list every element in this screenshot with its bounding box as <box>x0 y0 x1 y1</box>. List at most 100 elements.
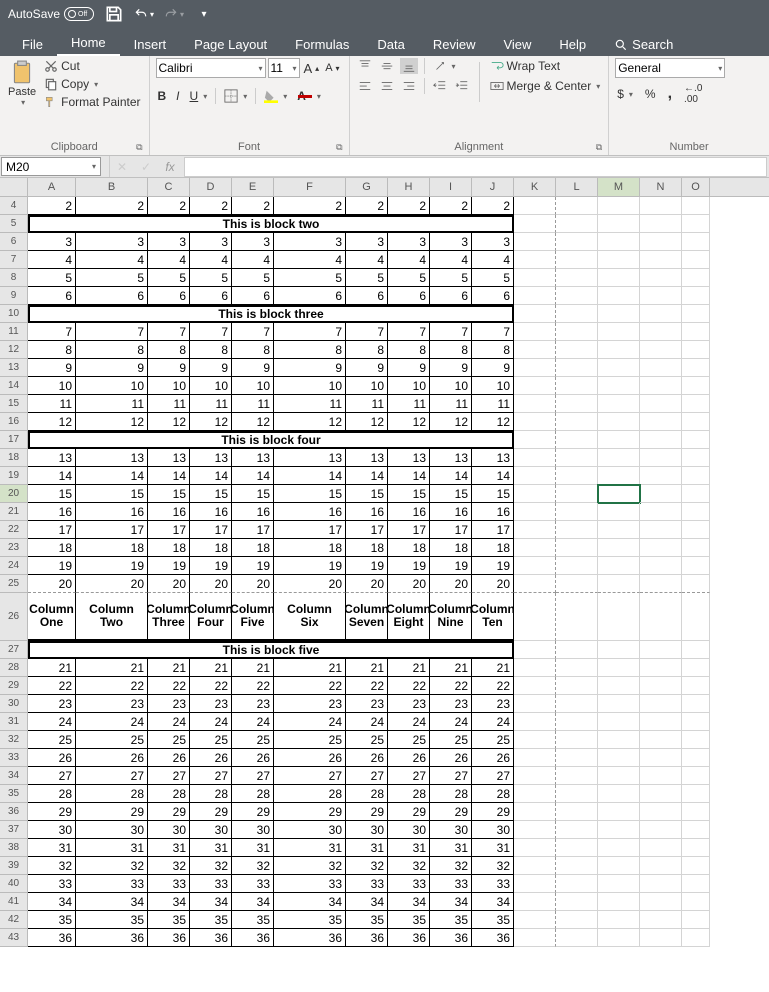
cell[interactable]: 4 <box>274 251 346 269</box>
cell[interactable]: 14 <box>472 467 514 485</box>
cell[interactable]: 31 <box>28 839 76 857</box>
cell[interactable] <box>514 731 556 749</box>
cell[interactable] <box>556 659 598 677</box>
cell[interactable] <box>682 785 710 803</box>
cell[interactable]: 8 <box>472 341 514 359</box>
cell[interactable]: 35 <box>346 911 388 929</box>
cell[interactable]: 34 <box>148 893 190 911</box>
cell[interactable]: 35 <box>430 911 472 929</box>
cell[interactable] <box>682 449 710 467</box>
tab-file[interactable]: File <box>8 33 57 56</box>
cell[interactable] <box>640 557 682 575</box>
cell[interactable] <box>556 197 598 215</box>
grow-font-button[interactable]: A▴ <box>302 60 322 77</box>
cell[interactable]: 10 <box>430 377 472 395</box>
cell[interactable] <box>598 539 640 557</box>
cell[interactable] <box>598 557 640 575</box>
cell[interactable]: 17 <box>76 521 148 539</box>
cell[interactable]: 6 <box>346 287 388 305</box>
cell[interactable] <box>514 767 556 785</box>
cell[interactable] <box>682 839 710 857</box>
row-header[interactable]: 9 <box>0 287 28 305</box>
cell[interactable]: 27 <box>28 767 76 785</box>
cell[interactable] <box>556 677 598 695</box>
cell[interactable]: 13 <box>430 449 472 467</box>
cell[interactable]: 4 <box>76 251 148 269</box>
cell[interactable]: 16 <box>232 503 274 521</box>
cell[interactable]: 34 <box>76 893 148 911</box>
cell[interactable]: 7 <box>346 323 388 341</box>
cell[interactable]: 19 <box>190 557 232 575</box>
column-header-E[interactable]: E <box>232 178 274 196</box>
cell[interactable] <box>556 803 598 821</box>
underline-button[interactable]: U▾ <box>188 88 210 104</box>
cell[interactable]: 31 <box>388 839 430 857</box>
cell[interactable]: 36 <box>274 929 346 947</box>
cell[interactable]: 17 <box>388 521 430 539</box>
cell[interactable] <box>556 413 598 431</box>
cell[interactable]: 7 <box>232 323 274 341</box>
cell[interactable] <box>682 485 710 503</box>
cell[interactable]: 2 <box>28 197 76 215</box>
row-header[interactable]: 33 <box>0 749 28 767</box>
align-top-button[interactable] <box>356 58 374 74</box>
cell[interactable]: 28 <box>76 785 148 803</box>
cell[interactable]: 16 <box>388 503 430 521</box>
cell[interactable] <box>682 251 710 269</box>
row-header[interactable]: 16 <box>0 413 28 431</box>
cell[interactable]: 25 <box>28 731 76 749</box>
cell[interactable]: 20 <box>232 575 274 593</box>
cell[interactable] <box>640 251 682 269</box>
cell[interactable]: 17 <box>346 521 388 539</box>
cell[interactable] <box>682 287 710 305</box>
cell[interactable]: 10 <box>28 377 76 395</box>
cell[interactable]: 35 <box>28 911 76 929</box>
cell[interactable]: 12 <box>190 413 232 431</box>
cell[interactable] <box>556 233 598 251</box>
cell[interactable] <box>598 821 640 839</box>
cell[interactable]: 26 <box>472 749 514 767</box>
block-header[interactable]: This is block four <box>28 431 514 449</box>
cell[interactable]: 33 <box>388 875 430 893</box>
cell[interactable]: 27 <box>472 767 514 785</box>
column-header-L[interactable]: L <box>556 178 598 196</box>
cell[interactable]: 32 <box>76 857 148 875</box>
cell[interactable] <box>640 341 682 359</box>
cell[interactable]: 14 <box>76 467 148 485</box>
cell[interactable]: 25 <box>148 731 190 749</box>
cell[interactable] <box>682 197 710 215</box>
cell[interactable]: 22 <box>76 677 148 695</box>
cell[interactable]: 25 <box>472 731 514 749</box>
row-header[interactable]: 13 <box>0 359 28 377</box>
row-header[interactable]: 22 <box>0 521 28 539</box>
row-header[interactable]: 4 <box>0 197 28 215</box>
cell[interactable]: 17 <box>232 521 274 539</box>
cell[interactable]: 36 <box>388 929 430 947</box>
cell[interactable] <box>682 377 710 395</box>
cell[interactable]: 15 <box>346 485 388 503</box>
cell[interactable] <box>682 269 710 287</box>
cell[interactable] <box>556 857 598 875</box>
cell[interactable]: 35 <box>76 911 148 929</box>
cell[interactable] <box>514 911 556 929</box>
cell[interactable]: 16 <box>76 503 148 521</box>
cell[interactable]: 32 <box>28 857 76 875</box>
cell[interactable] <box>514 305 556 323</box>
cell[interactable]: 18 <box>232 539 274 557</box>
cell[interactable]: 26 <box>28 749 76 767</box>
cell[interactable] <box>556 449 598 467</box>
cell[interactable]: 12 <box>274 413 346 431</box>
cell[interactable]: 19 <box>472 557 514 575</box>
cell[interactable] <box>556 269 598 287</box>
cell[interactable]: 3 <box>190 233 232 251</box>
cell[interactable]: 12 <box>28 413 76 431</box>
cell[interactable] <box>640 731 682 749</box>
cell[interactable] <box>514 485 556 503</box>
column-header-H[interactable]: H <box>388 178 430 196</box>
cell[interactable] <box>514 893 556 911</box>
cell[interactable] <box>556 215 598 233</box>
cell[interactable] <box>598 713 640 731</box>
cell[interactable] <box>682 911 710 929</box>
cell[interactable]: 3 <box>148 233 190 251</box>
cell[interactable] <box>514 251 556 269</box>
